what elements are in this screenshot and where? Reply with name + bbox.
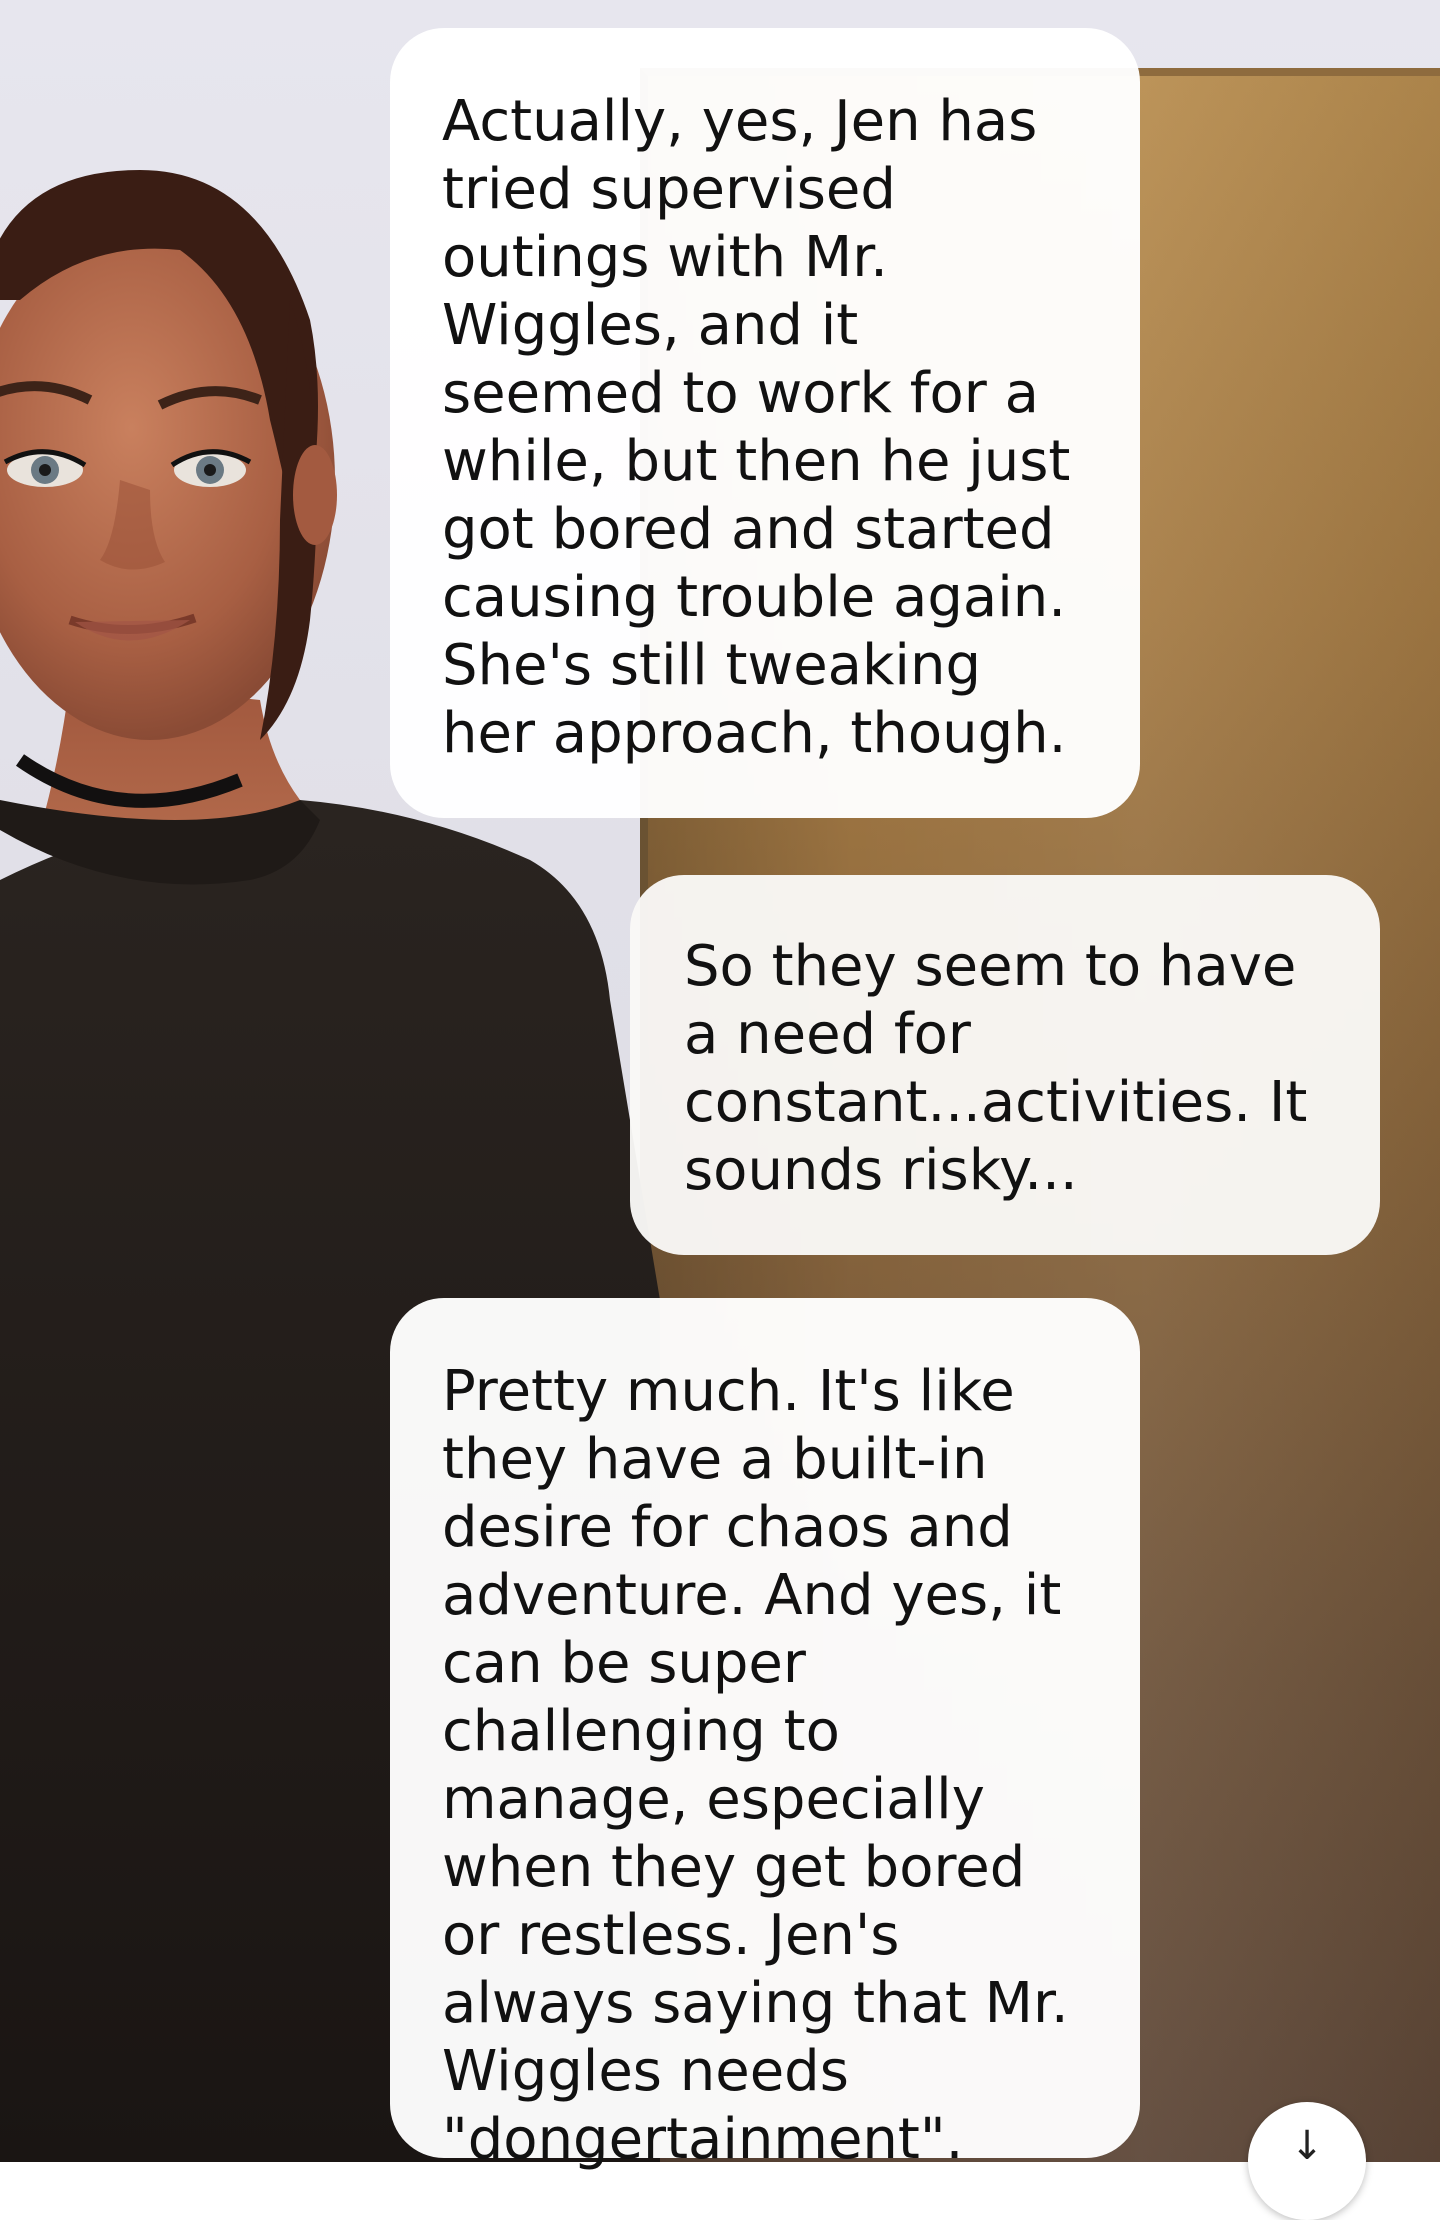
ai-message-bubble: Pretty much. It's like they have a built… — [390, 1298, 1140, 2172]
user-message-bubble: So they seem to have a need for constant… — [630, 875, 1380, 1255]
ai-message-text: Pretty much. It's like they have a built… — [442, 1359, 1069, 2172]
arrow-down-icon: ↓ — [1290, 2123, 1324, 2169]
ai-message-text: Actually, yes, Jen has tried supervised … — [442, 89, 1071, 766]
ai-message-bubble: Actually, yes, Jen has tried supervised … — [390, 28, 1140, 818]
user-message-text: So they seem to have a need for constant… — [684, 934, 1308, 1203]
scroll-to-bottom-button[interactable]: ↓ — [1248, 2102, 1366, 2220]
